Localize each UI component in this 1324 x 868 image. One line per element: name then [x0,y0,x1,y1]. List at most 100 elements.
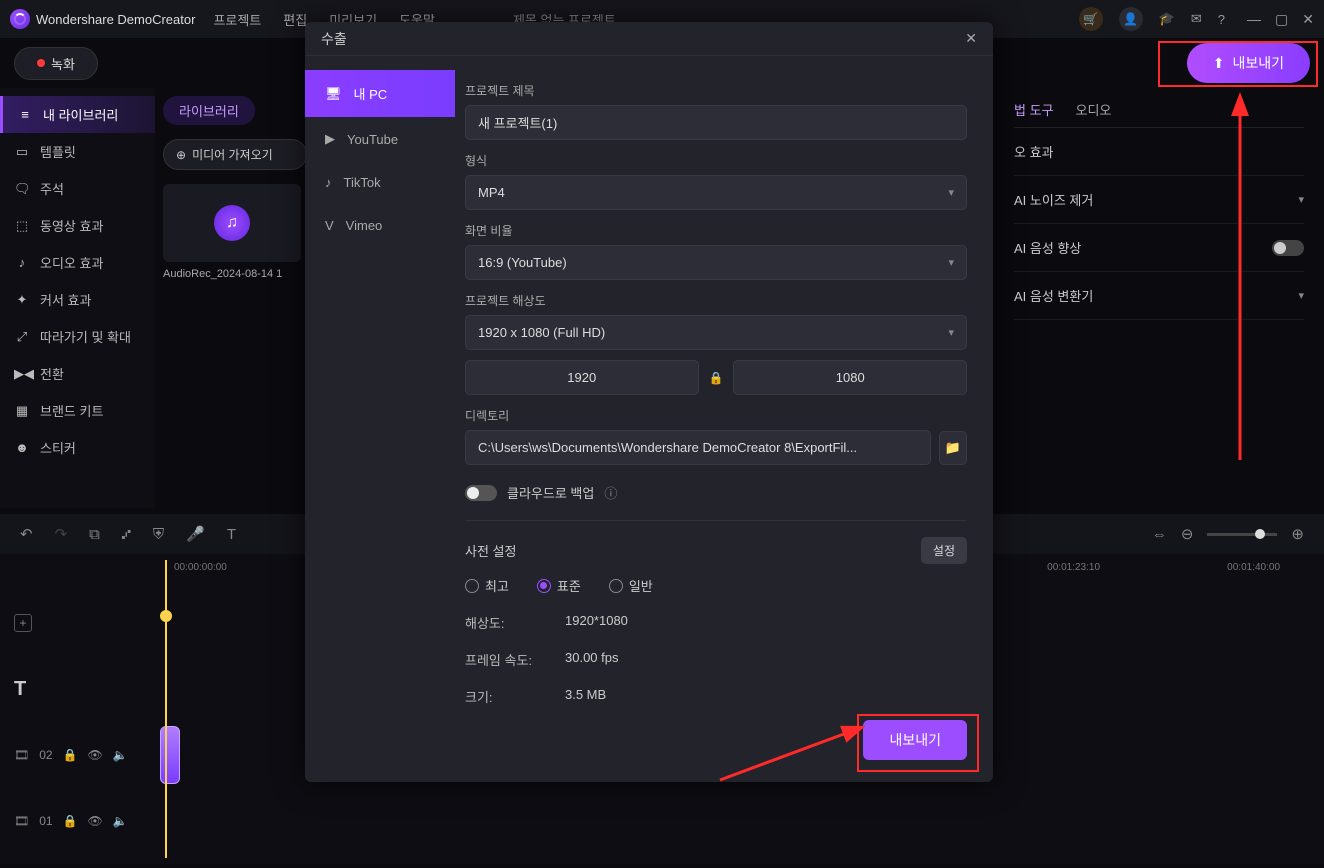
tab-youtube[interactable]: ▶YouTube [305,117,455,161]
time-2: 00:01:40:00 [1227,562,1280,573]
cloud-backup-toggle[interactable] [465,485,497,501]
chevron-down-icon: ▾ [948,256,954,269]
sidebar-label: 내 라이브러리 [43,105,118,124]
ratio-select[interactable]: 16:9 (YouTube)▾ [465,245,967,280]
resolution-select[interactable]: 1920 x 1080 (Full HD)▾ [465,315,967,350]
chevron-down-icon: ▾ [1298,289,1304,302]
mute-icon[interactable]: 🔈 [113,748,128,762]
k-fps: 프레임 속도: [465,650,535,669]
academy-icon[interactable]: 🎓 [1159,11,1175,27]
sidebar-item-cursorfx[interactable]: ✦커서 효과 [0,281,155,318]
sidebar-item-template[interactable]: ▭템플릿 [0,133,155,170]
stack-icon: ≡ [17,107,33,122]
undo-icon[interactable]: ↶ [20,525,33,543]
info-icon[interactable]: ⓘ [604,483,617,502]
redo-icon[interactable]: ↷ [55,525,68,543]
tab-audio[interactable]: 오디오 [1076,100,1112,119]
audio-clip[interactable] [160,726,180,784]
project-title-input[interactable] [465,105,967,140]
zoom-slider[interactable] [1207,533,1277,536]
preset-label: 사전 설정 [465,541,516,560]
export-top-button[interactable]: ⬆ 내보내기 [1187,43,1310,83]
zoomin-icon[interactable]: ⊕ [1291,525,1304,543]
tab-tiktok[interactable]: ♪TikTok [305,161,455,204]
crop-icon[interactable]: ⧉ [89,526,100,543]
radio-normal[interactable]: 일반 [609,576,653,595]
rp-row-voice[interactable]: AI 음성 변환기▾ [1014,272,1304,320]
lock-icon[interactable]: 🔒 [63,748,78,762]
media-column: 라이브러리 ⊕ 미디어 가져오기 ♫ AudioRec_2024-08-14 1 [155,88,315,508]
preset-settings-button[interactable]: 설정 [921,537,967,564]
eye-icon[interactable]: 👁 [88,814,103,828]
rp-row-noise[interactable]: AI 노이즈 제거▾ [1014,176,1304,224]
shield-icon[interactable]: ⛨ [153,526,164,543]
minimize-icon[interactable]: — [1247,11,1261,28]
folder-browse-button[interactable]: 📁 [939,431,967,465]
tab-legal-tools[interactable]: 법 도구 [1014,100,1054,119]
record-button[interactable]: 녹화 [14,47,98,80]
width-input[interactable] [465,360,699,395]
radio-standard[interactable]: 표준 [537,576,581,595]
tab-mypc[interactable]: 🖥내 PC [305,70,455,117]
fit-icon[interactable]: ⇔ [1152,526,1167,543]
format-select[interactable]: MP4▾ [465,175,967,210]
sidebar-label: 전환 [40,364,64,383]
tab-library[interactable]: 라이브러리 [163,96,255,125]
menu-project[interactable]: 프로젝트 [213,10,261,29]
import-media-button[interactable]: ⊕ 미디어 가져오기 [163,139,307,170]
user-icon[interactable]: 👤 [1119,7,1143,31]
rp-row-enhance[interactable]: AI 음성 향상 [1014,224,1304,272]
radio-icon [537,579,551,593]
right-panel: 법 도구 오디오 오 효과 AI 노이즈 제거▾ AI 음성 향상 AI 음성 … [994,88,1324,508]
add-track-button[interactable]: + [14,614,32,632]
help-icon[interactable]: ? [1218,12,1225,27]
zoomout-icon[interactable]: ⊖ [1181,525,1194,543]
mail-icon[interactable]: ✉ [1191,11,1202,27]
radio-best[interactable]: 최고 [465,576,509,595]
sidebar-item-brandkit[interactable]: ▦브랜드 키트 [0,392,155,429]
film-icon: 🎞 [14,748,29,762]
close-icon[interactable]: ✕ [1302,11,1314,28]
videofx-icon: ⬚ [14,218,30,234]
export-button[interactable]: 내보내기 [863,720,967,760]
maximize-icon[interactable]: ▢ [1275,11,1288,28]
lock-icon[interactable]: 🔒 [63,814,78,828]
mic-icon[interactable]: 🎤 [186,525,205,543]
transition-icon: ▶◀ [14,366,30,382]
rp-label: AI 노이즈 제거 [1014,190,1093,209]
sidebar-item-transition[interactable]: ▶◀ 전환 [0,355,155,392]
sidebar-item-annotation[interactable]: 🗨주석 [0,170,155,207]
tab-label: 내 PC [354,84,388,103]
rp-row-effects[interactable]: 오 효과 [1014,128,1304,176]
time-0: 00:00:00:00 [174,562,227,573]
menu-edit[interactable]: 편집 [283,10,307,29]
sidebar-item-panzoom[interactable]: ⤢따라가기 및 확대 [0,318,155,355]
rp-label: 오 효과 [1014,142,1054,161]
cut-icon[interactable]: ⑇ [122,526,131,543]
directory-input[interactable] [465,430,931,465]
left-sidebar: ≡ 내 라이브러리 ▭템플릿 🗨주석 ⬚동영상 효과 ♪오디오 효과 ✦커서 효과… [0,88,155,508]
eye-icon[interactable]: 👁 [88,748,103,762]
top-right-icons: 🛒 👤 🎓 ✉ ? — ▢ ✕ [1079,7,1314,31]
dialog-close-icon[interactable]: ✕ [965,30,977,47]
upload-icon: ⬆ [1213,55,1225,72]
height-input[interactable] [733,360,967,395]
tab-vimeo[interactable]: VVimeo [305,204,455,247]
folder-icon: 📁 [945,440,961,456]
sidebar-item-videofx[interactable]: ⬚동영상 효과 [0,207,155,244]
lock-icon[interactable]: 🔒 [709,371,724,385]
v-res: 1920*1080 [565,613,628,632]
toggle-enhance[interactable] [1272,240,1304,256]
text-icon[interactable]: T [227,526,236,543]
sidebar-item-audiofx[interactable]: ♪오디오 효과 [0,244,155,281]
radio-icon [465,579,479,593]
media-thumb[interactable]: ♫ [163,184,301,262]
mute-icon[interactable]: 🔈 [113,814,128,828]
chevron-down-icon: ▾ [948,326,954,339]
label-ratio: 화면 비율 [465,222,967,239]
playhead[interactable] [165,560,167,858]
cart-icon[interactable]: 🛒 [1079,7,1103,31]
sidebar-item-library[interactable]: ≡ 내 라이브러리 [0,96,155,133]
text-track-icon: T [14,678,26,701]
sidebar-item-sticker[interactable]: ☻스티커 [0,429,155,466]
